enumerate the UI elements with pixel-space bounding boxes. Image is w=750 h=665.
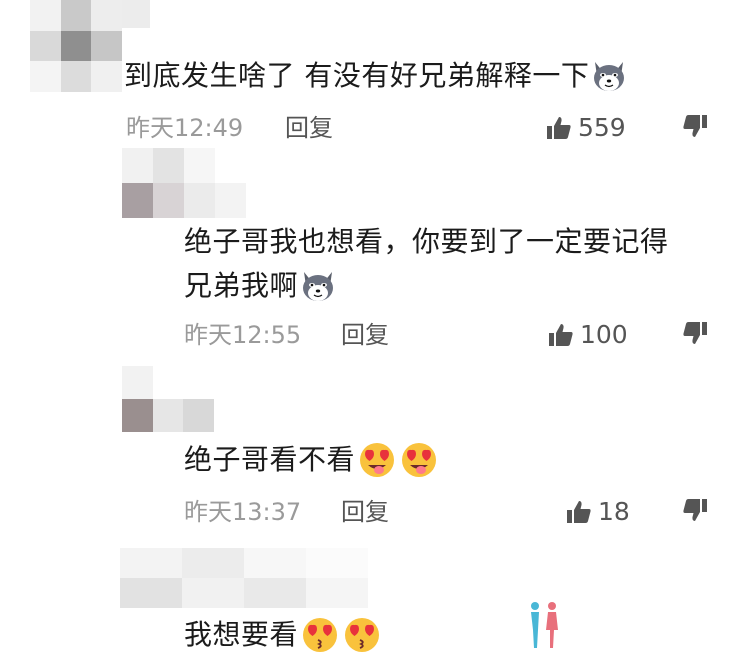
- avatar-mosaic: [120, 548, 368, 608]
- kissing-heart-eyes-icon: [345, 618, 380, 652]
- heart-eyes-tongue-icon: [360, 443, 395, 477]
- avatar-mosaic: [30, 0, 122, 92]
- like-count: 18: [598, 497, 630, 526]
- comment-text: 绝子哥看不看: [184, 440, 439, 480]
- thumbs-down-icon[interactable]: [682, 113, 708, 139]
- comment-timestamp: 昨天12:55: [184, 321, 302, 349]
- like-count: 100: [580, 320, 628, 349]
- thumbs-up-icon: [567, 501, 591, 523]
- thumbs-up-icon: [549, 324, 573, 346]
- like-button[interactable]: 100: [548, 320, 628, 350]
- comment-text: 到底发生啥了 有没有好兄弟解释一下: [124, 56, 627, 96]
- like-button[interactable]: 559: [546, 113, 626, 143]
- couple-watermark-icon: [531, 602, 558, 648]
- like-count: 559: [578, 113, 626, 142]
- husky-dog-icon: [594, 62, 625, 91]
- comment-text-line2: 兄弟我啊: [184, 266, 336, 306]
- comment-text: 我想要看: [184, 615, 382, 655]
- husky-dog-icon: [303, 272, 334, 301]
- kissing-heart-eyes-icon: [303, 618, 338, 652]
- comment-text: 绝子哥我也想看，你要到了一定要记得: [184, 225, 669, 258]
- reply-button[interactable]: 回复: [285, 113, 333, 143]
- comment-timestamp: 昨天13:37: [184, 498, 302, 526]
- reply-button[interactable]: 回复: [341, 497, 389, 527]
- like-button[interactable]: 18: [566, 497, 630, 527]
- thumbs-down-icon[interactable]: [682, 497, 708, 523]
- thumbs-down-icon[interactable]: [682, 320, 708, 346]
- username-mosaic: [122, 0, 150, 28]
- heart-eyes-tongue-icon: [402, 443, 437, 477]
- avatar-mosaic: [122, 148, 246, 218]
- avatar-mosaic: [122, 366, 214, 432]
- thumbs-up-icon: [547, 117, 571, 139]
- reply-button[interactable]: 回复: [341, 320, 389, 350]
- comment-timestamp: 昨天12:49: [126, 114, 244, 142]
